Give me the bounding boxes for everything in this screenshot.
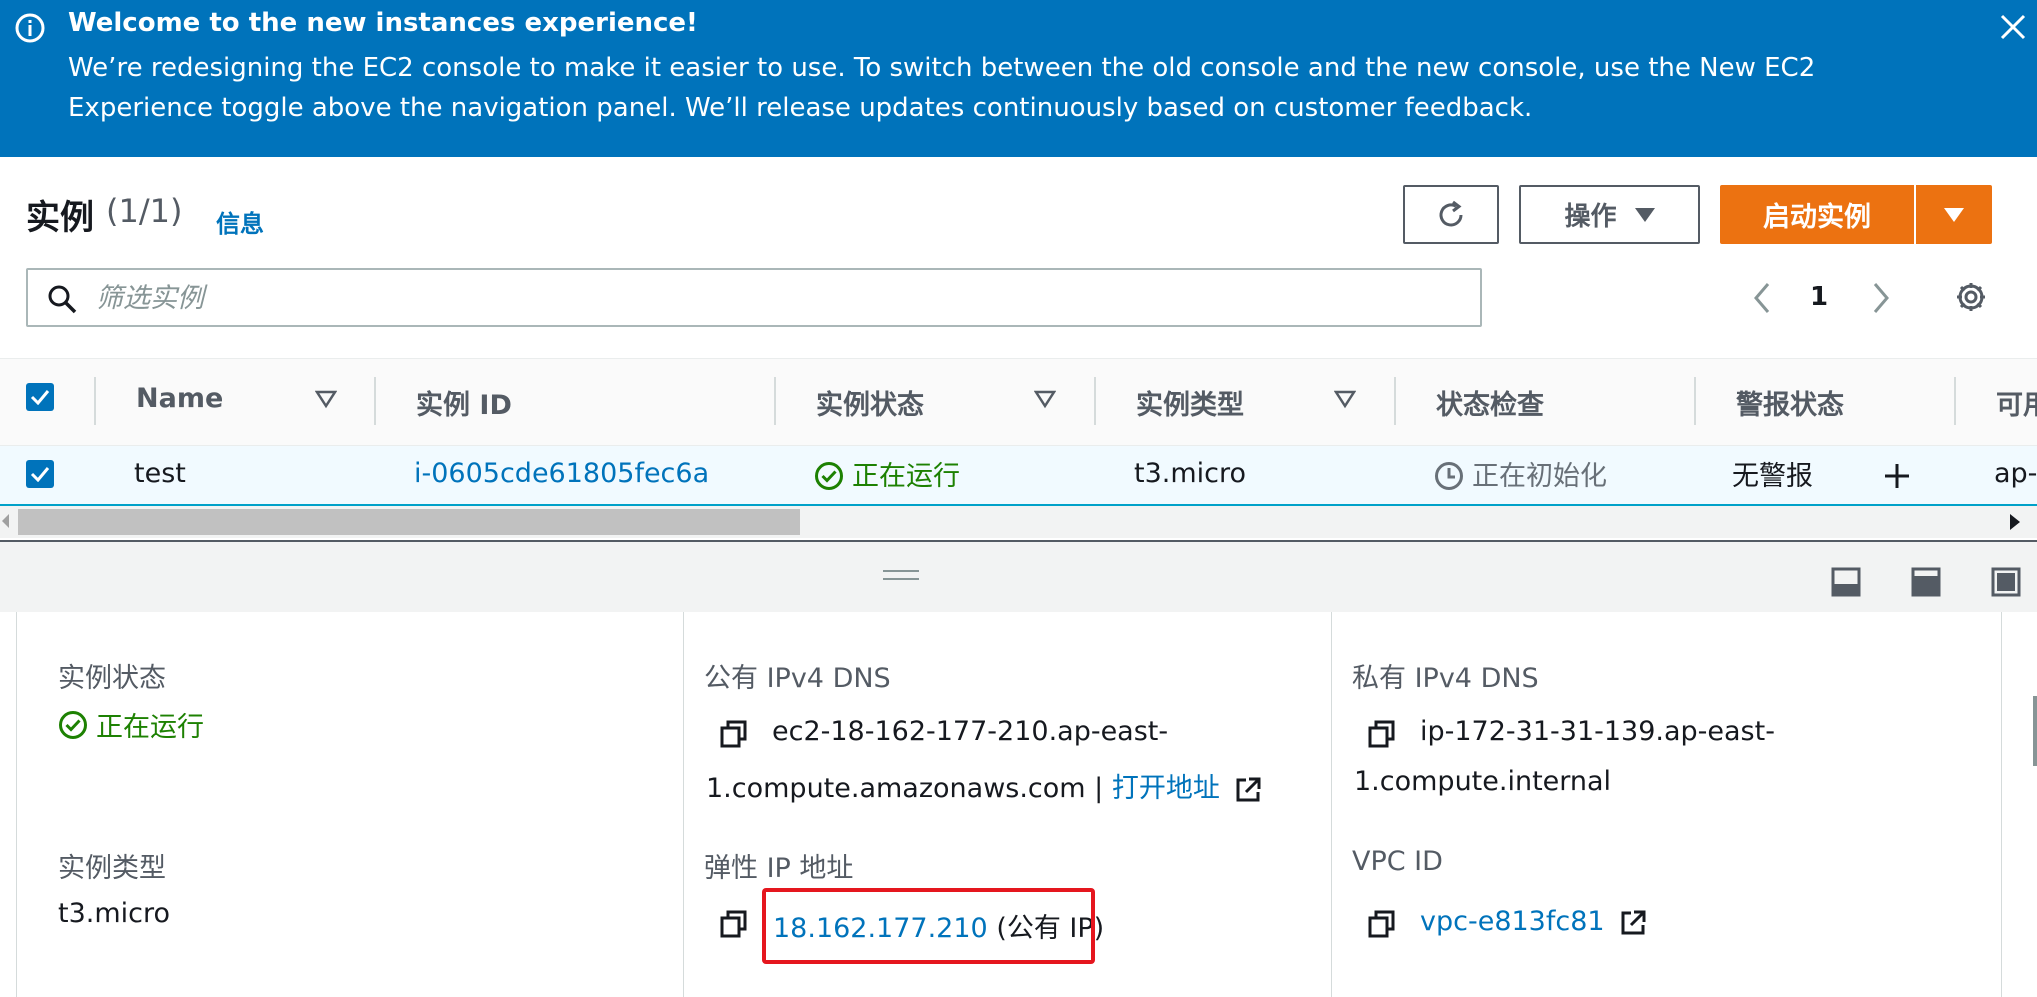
page-title: 实例 (26, 198, 94, 238)
column-divider (374, 377, 376, 425)
cell-name: test (134, 458, 186, 489)
column-header-instance-type[interactable]: 实例类型 (1136, 383, 1244, 422)
launch-dropdown-button[interactable] (1916, 185, 1992, 244)
detail-value-instance-type: t3.micro (58, 898, 171, 929)
copy-icon[interactable] (719, 909, 749, 939)
open-address-link[interactable]: 打开地址 (1112, 773, 1220, 804)
cell-instance-id[interactable]: i-0605cde61805fec6a (414, 458, 709, 489)
scrollbar-thumb[interactable] (18, 509, 800, 535)
column-header-name[interactable]: Name (136, 383, 223, 414)
gear-icon[interactable] (1954, 280, 1988, 314)
column-divider (1094, 377, 1096, 425)
search-icon (48, 285, 77, 314)
copy-icon[interactable] (1367, 909, 1397, 939)
detail-value-public-dns-line2: 1.compute.amazonaws.com | 打开地址 (706, 766, 1262, 805)
cell-az: ap- (1994, 458, 2037, 489)
vpc-id-link[interactable]: vpc-e813fc81 (1420, 906, 1605, 937)
column-header-alarm-status[interactable]: 警报状态 (1736, 383, 1844, 422)
close-icon[interactable] (1998, 12, 2028, 42)
column-header-status-check[interactable]: 状态检查 (1436, 383, 1544, 422)
table-row[interactable]: test i-0605cde61805fec6a 正在运行 t3.micro 正… (0, 446, 2037, 506)
detail-value-private-dns: ip-172-31-31-139.ap-east- (1420, 716, 1775, 747)
detail-label-instance-type: 实例类型 (58, 853, 166, 884)
actions-button[interactable]: 操作 (1519, 185, 1700, 244)
panel-bottom-icon[interactable] (1830, 566, 1862, 598)
success-icon (815, 462, 843, 490)
success-icon (59, 711, 87, 739)
column-divider (1954, 377, 1956, 425)
banner-body: We’re redesigning the EC2 console to mak… (68, 53, 1816, 123)
chevron-right-icon[interactable] (1865, 278, 1895, 318)
select-all-checkbox[interactable] (26, 383, 54, 411)
refresh-button[interactable] (1403, 185, 1499, 244)
column-divider (94, 377, 96, 425)
table-header: Name 实例 ID 实例状态 实例类型 状态检查 警报状态 可用 (0, 358, 2037, 446)
check-icon (30, 467, 50, 482)
drag-handle-icon[interactable] (883, 570, 919, 584)
detail-value-vpc-row: vpc-e813fc81 (1420, 906, 1647, 937)
copy-icon[interactable] (1367, 719, 1397, 749)
add-alarm-icon[interactable] (1882, 461, 1912, 491)
column-divider (683, 612, 684, 997)
detail-label-private-dns: 私有 IPv4 DNS (1352, 663, 1539, 694)
page-number[interactable]: 1 (1810, 282, 1828, 312)
chevron-left-icon[interactable] (1748, 278, 1778, 318)
panel-middle-icon[interactable] (1910, 566, 1942, 598)
cell-status-check: 正在初始化 (1472, 461, 1607, 492)
check-icon (30, 390, 50, 405)
row-checkbox[interactable] (26, 460, 54, 488)
launch-label[interactable]: 启动实例 (1720, 185, 1916, 244)
column-divider (1694, 377, 1696, 425)
column-header-instance-state[interactable]: 实例状态 (816, 383, 924, 422)
external-link-icon[interactable] (1234, 776, 1262, 804)
detail-label-instance-state: 实例状态 (58, 663, 166, 694)
scrollbar-thumb[interactable] (2033, 696, 2037, 766)
instance-count: (1/1) (106, 192, 183, 230)
column-header-instance-id[interactable]: 实例 ID (416, 383, 512, 422)
banner-title: Welcome to the new instances experience! (68, 8, 698, 38)
detail-value-instance-state: 正在运行 (96, 712, 204, 743)
detail-label-vpc-id: VPC ID (1352, 846, 1443, 877)
external-link-icon[interactable] (1619, 909, 1647, 937)
column-divider (1394, 377, 1396, 425)
scroll-right-arrow-icon[interactable] (2010, 514, 2020, 530)
launch-instances-button[interactable]: 启动实例 (1720, 185, 1992, 244)
sort-icon[interactable] (315, 389, 337, 409)
caret-down-icon (1634, 207, 1655, 222)
vertical-scrollbar[interactable] (2030, 612, 2037, 997)
pending-icon (1435, 462, 1463, 490)
split-panel-bar (0, 540, 2037, 612)
info-icon (15, 13, 45, 43)
info-link[interactable]: 信息 (216, 204, 264, 239)
cell-alarm-status: 无警报 (1732, 461, 1813, 492)
sort-icon[interactable] (1334, 389, 1356, 409)
panel-full-icon[interactable] (1990, 566, 2022, 598)
detail-label-public-dns: 公有 IPv4 DNS (704, 663, 891, 694)
column-header-az[interactable]: 可用 (1996, 383, 2037, 422)
actions-label: 操作 (1564, 202, 1617, 232)
detail-label-elastic-ip: 弹性 IP 地址 (704, 853, 854, 884)
sort-icon[interactable] (1034, 389, 1056, 409)
info-banner: Welcome to the new instances experience!… (0, 0, 2037, 157)
detail-value-private-dns-line2: 1.compute.internal (1354, 766, 1612, 797)
scroll-left-arrow-icon[interactable] (2, 514, 9, 528)
refresh-icon (1439, 200, 1463, 226)
copy-icon[interactable] (719, 719, 749, 749)
horizontal-scrollbar[interactable] (0, 506, 2037, 538)
caret-down-icon (1944, 207, 1964, 222)
detail-value-public-dns: ec2-18-162-177-210.ap-east- (772, 716, 1169, 747)
cell-instance-state: 正在运行 (852, 461, 960, 492)
cell-instance-type: t3.micro (1134, 458, 1247, 489)
search-input[interactable] (96, 278, 1456, 318)
column-divider (774, 377, 776, 425)
public-dns-line2-text: 1.compute.amazonaws.com | (706, 773, 1104, 804)
filter-search[interactable] (26, 268, 1482, 327)
column-divider (1331, 612, 1332, 997)
highlight-annotation (762, 888, 1095, 964)
